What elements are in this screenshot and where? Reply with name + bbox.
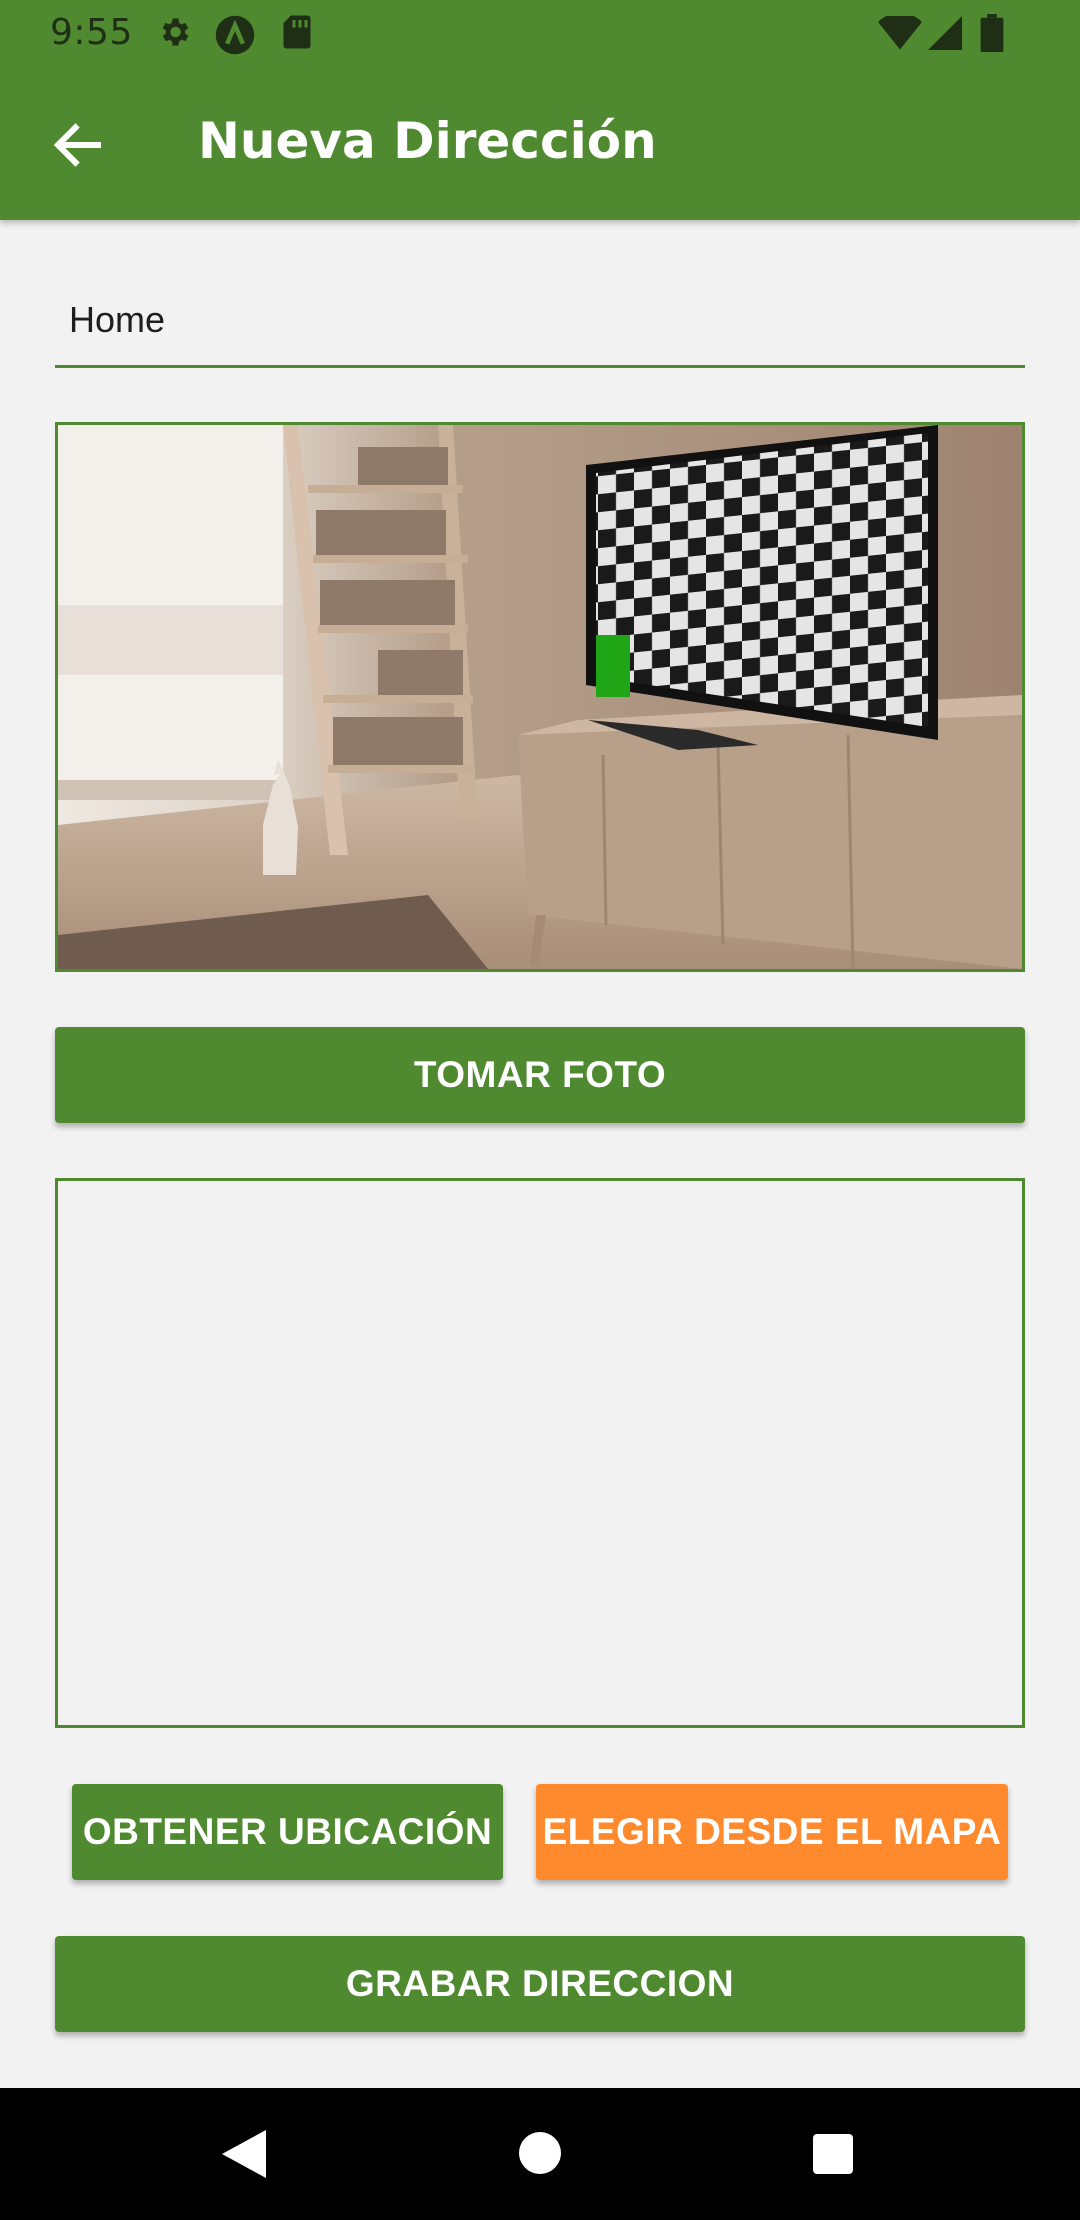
address-name-field[interactable]: [55, 270, 1025, 368]
page-title: Nueva Dirección: [198, 112, 657, 170]
battery-icon: [980, 14, 1004, 57]
cell-signal-icon: [928, 16, 962, 55]
sd-card-icon: [282, 14, 312, 55]
status-time: 9:55: [50, 12, 133, 53]
choose-from-map-label: ELEGIR DESDE EL MAPA: [542, 1811, 1002, 1852]
status-bar: 9:55: [0, 0, 1080, 66]
get-location-label: OBTENER UBICACIÓN: [82, 1811, 493, 1852]
photo-preview: [55, 422, 1025, 972]
navigation-bar: [0, 2088, 1080, 2220]
room-photo-image: [58, 425, 1022, 969]
settings-icon: [156, 14, 192, 55]
top-bar: 9:55 Nueva Dirección: [0, 0, 1080, 220]
choose-from-map-button[interactable]: ELEGIR DESDE EL MAPA: [536, 1784, 1008, 1880]
get-location-button[interactable]: OBTENER UBICACIÓN: [72, 1784, 503, 1880]
recents-square-icon[interactable]: [813, 2134, 853, 2179]
home-circle-icon[interactable]: [519, 2132, 561, 2179]
a-circle-icon: [214, 14, 256, 61]
arrow-left-icon[interactable]: [48, 115, 108, 175]
save-address-button[interactable]: GRABAR DIRECCION: [55, 1936, 1025, 2032]
wifi-icon: [878, 12, 922, 55]
take-photo-button[interactable]: TOMAR FOTO: [55, 1027, 1025, 1123]
map-preview[interactable]: [55, 1178, 1025, 1728]
back-triangle-icon[interactable]: [222, 2130, 266, 2183]
address-name-input[interactable]: [55, 270, 1025, 365]
take-photo-label: TOMAR FOTO: [413, 1054, 667, 1095]
save-address-label: GRABAR DIRECCION: [345, 1963, 735, 2004]
